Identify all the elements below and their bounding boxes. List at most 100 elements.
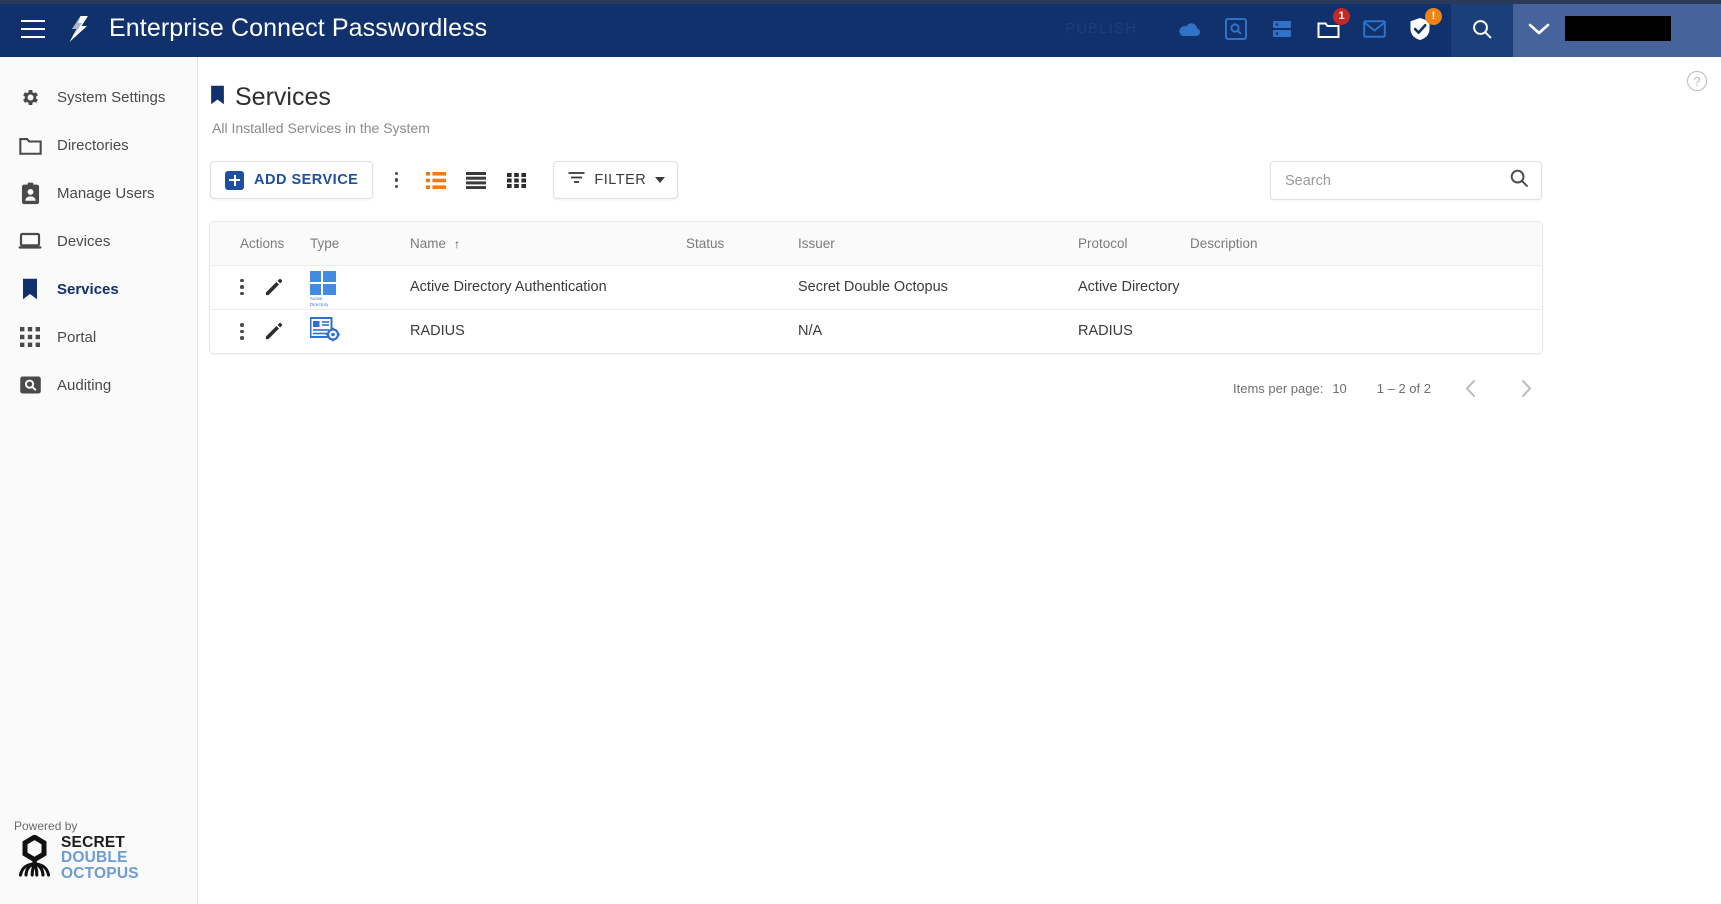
bookmark-icon (210, 85, 225, 110)
sidebar-item-label: Manage Users (57, 184, 155, 202)
chevron-down-icon (655, 177, 666, 183)
gear-icon (17, 85, 43, 109)
sidebar-item-label: System Settings (57, 88, 166, 106)
row-actions-cell (210, 265, 310, 309)
brand-line-octopus: OCTOPUS (61, 865, 139, 883)
sidebar-nav: System Settings Directories Manage Users (0, 57, 198, 904)
powered-by-footer: Powered by SECRET DOUBLE OCTOPUS (14, 819, 139, 882)
sidebar-item-directories[interactable]: Directories (0, 121, 197, 169)
active-directory-icon: Active Directory (310, 271, 338, 307)
column-header-name[interactable]: Name ↑ (410, 222, 686, 265)
hamburger-menu-icon[interactable] (21, 19, 45, 38)
sidebar-item-label: Auditing (57, 376, 112, 394)
table-header: Actions Type Name ↑ Status Issuer Protoco… (210, 222, 1542, 265)
table-paginator: Items per page: 10 1 – 2 of 2 (198, 368, 1543, 408)
audit-search-icon (17, 373, 43, 397)
items-per-page-label: Items per page: (1232, 380, 1324, 396)
table-row[interactable]: RADIUS N/A RADIUS (210, 309, 1542, 353)
sidebar-item-label: Devices (57, 232, 111, 250)
server-icon[interactable] (1267, 14, 1297, 44)
powered-by-label: Powered by (14, 818, 78, 833)
row-type-cell: Active Directory (310, 265, 410, 309)
ad-caption-line2: Directory (310, 301, 329, 307)
cloud-icon[interactable] (1175, 14, 1205, 44)
row-description (1190, 309, 1542, 353)
sidebar-item-services[interactable]: Services (0, 265, 197, 313)
search-field-wrapper[interactable] (1270, 161, 1542, 200)
column-header-protocol: Protocol (1078, 235, 1128, 251)
column-header-issuer: Issuer (798, 235, 835, 251)
laptop-icon (17, 229, 43, 253)
shield-check-icon[interactable]: ! (1405, 7, 1442, 44)
publish-label[interactable]: PUBLISH (1065, 20, 1137, 37)
sidebar-item-list: System Settings Directories Manage Users (0, 57, 197, 409)
sidebar-item-label: Portal (57, 328, 97, 346)
add-service-button[interactable]: ADD SERVICE (210, 161, 374, 199)
filter-label: FILTER (594, 172, 647, 188)
page-header: Services All Installed Services in the S… (198, 57, 1721, 136)
row-pencil-icon[interactable] (264, 322, 283, 341)
header-search-button[interactable] (1451, 0, 1513, 57)
folder-icon[interactable]: 1 (1313, 7, 1350, 44)
user-name-redacted (1565, 16, 1671, 41)
table-row[interactable]: Active Directory Active Directory Authen… (210, 265, 1542, 309)
octopus-brand-icon (65, 14, 95, 44)
filter-icon (568, 171, 585, 189)
rows-view-icon[interactable] (459, 163, 493, 197)
row-more-vertical-icon[interactable] (240, 323, 244, 340)
search-icon (1473, 19, 1492, 38)
chevron-left-icon[interactable] (1453, 371, 1487, 405)
grid-view-icon[interactable] (499, 163, 533, 197)
items-per-page-group[interactable]: Items per page: 10 (1233, 381, 1347, 396)
window-top-strip (0, 0, 1721, 4)
row-issuer: Secret Double Octopus (798, 279, 948, 295)
row-protocol: RADIUS (1078, 323, 1133, 340)
row-issuer: N/A (798, 323, 823, 340)
row-actions-cell (210, 309, 310, 353)
folder-badge: 1 (1333, 7, 1350, 25)
shield-badge: ! (1425, 7, 1442, 25)
row-more-vertical-icon[interactable] (240, 278, 244, 296)
user-menu[interactable] (1513, 0, 1721, 57)
column-header-type: Type (310, 235, 340, 251)
list-view-icon[interactable] (419, 163, 453, 197)
help-circle-icon[interactable]: ? (1687, 71, 1707, 91)
table-header-row: Actions Type Name ↑ Status Issuer Protoco… (210, 222, 1542, 265)
sidebar-item-devices[interactable]: Devices (0, 217, 197, 265)
services-table: Actions Type Name ↑ Status Issuer Protoco… (210, 222, 1542, 353)
bookmark-icon (17, 277, 43, 301)
toolbar-more-vertical-icon[interactable] (379, 163, 413, 197)
column-header-status: Status (686, 235, 725, 251)
search-box-icon[interactable] (1221, 14, 1251, 44)
page-range-label: 1 – 2 of 2 (1376, 380, 1431, 396)
row-protocol: Active Directory (1078, 279, 1180, 295)
page-subtitle: All Installed Services in the System (212, 120, 430, 136)
mail-icon[interactable] (1359, 14, 1389, 44)
header-icon-group: 1 ! (1175, 7, 1442, 44)
chevron-right-icon[interactable] (1509, 371, 1543, 405)
items-per-page-value[interactable]: 10 (1332, 381, 1346, 396)
table-body: Active Directory Active Directory Authen… (210, 265, 1542, 353)
add-service-label: ADD SERVICE (254, 172, 359, 188)
sidebar-item-system-settings[interactable]: System Settings (0, 73, 197, 121)
top-header-bar: Enterprise Connect Passwordless PUBLISH (0, 0, 1721, 57)
grid-dots-icon (17, 325, 43, 349)
search-icon[interactable] (1509, 168, 1529, 193)
arrow-up-icon: ↑ (454, 236, 461, 251)
search-input[interactable] (1285, 172, 1509, 189)
row-description (1190, 265, 1542, 309)
plus-square-icon (225, 170, 244, 190)
services-table-container: Actions Type Name ↑ Status Issuer Protoco… (209, 221, 1543, 354)
content-toolbar: ADD SERVICE FILTER Search (210, 161, 1542, 200)
row-pencil-icon[interactable] (264, 278, 283, 297)
sidebar-item-auditing[interactable]: Auditing (0, 361, 197, 409)
octopus-logo-icon (14, 834, 55, 882)
column-header-actions: Actions (240, 235, 285, 251)
filter-button[interactable]: FILTER (553, 161, 679, 199)
id-badge-icon (17, 181, 43, 205)
radius-server-icon (309, 317, 340, 345)
column-header-name-label: Name (410, 235, 447, 251)
sidebar-item-manage-users[interactable]: Manage Users (0, 169, 197, 217)
sidebar-item-portal[interactable]: Portal (0, 313, 197, 361)
brand-line-secret: SECRET (61, 833, 126, 851)
